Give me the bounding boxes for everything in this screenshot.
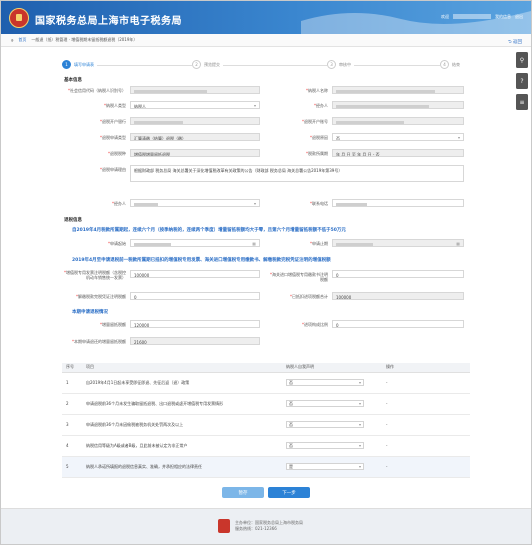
total-input-field: 100000: [332, 292, 464, 300]
back-button[interactable]: ⮌ 返回: [508, 38, 522, 46]
username-redacted: [453, 14, 491, 19]
col-action: 操作: [382, 363, 470, 373]
tax-item-label: *退税税种: [108, 151, 126, 156]
step-3: 3 审核中: [327, 60, 354, 69]
logout-link[interactable]: 退出: [515, 14, 523, 20]
ratio-label: *进项构成比例: [302, 322, 328, 327]
user-links: 欢迎 我的信息 退出: [441, 14, 523, 20]
refund-amount-field: 21600: [130, 337, 260, 345]
table-row: 4 纳税信用等级为A级或者B级，且此前未被认定为非正常户 否 -: [62, 435, 470, 457]
chevron-down-icon: ▾: [253, 103, 256, 108]
bank-name-label: *退税开户银行: [100, 119, 126, 124]
help-icon[interactable]: ?: [516, 73, 528, 89]
refund-type-label: *退税申请类型: [100, 135, 126, 140]
declaration-table: 序号 项目 纳税人自我声明 操作 1 自2019年4月1日起未享受即征即退、先征…: [62, 363, 470, 478]
progress-steps: 1 填写申请表 2 预览提交 3 审核中 4 结束: [62, 60, 463, 72]
breadcrumb-home[interactable]: 首页: [18, 37, 26, 43]
footer-logo-icon: [218, 519, 230, 533]
bank-account-field: [332, 117, 464, 125]
tax-item-field: 增值税增量留抵退税: [130, 149, 260, 157]
statement-select[interactable]: 否: [286, 442, 364, 449]
handler-label: *经办人: [112, 201, 126, 206]
incremental-label: *增量留抵税额: [100, 322, 126, 327]
apply-end-field: ▦: [332, 239, 464, 247]
agent-label: *经办人: [314, 103, 328, 108]
site-footer: 主办单位：国家税务总局上海市税务局 服务热线：021-12366: [1, 508, 531, 544]
statement-select[interactable]: 否: [286, 421, 364, 428]
tax-logo-icon: [9, 8, 29, 28]
taxpayer-name-label: *纳税人名称: [306, 88, 328, 93]
taxpayer-id-label: *社会信用代码（纳税人识别号）: [68, 88, 126, 93]
site-header: 国家税务总局上海市电子税务局 欢迎 我的信息 退出: [1, 1, 531, 34]
incremental-field[interactable]: 120000: [130, 320, 260, 328]
handler-select[interactable]: ▾: [130, 199, 260, 207]
table-row: 1 自2019年4月1日起未享受即征即退、先征后返（退）政策 否 -: [62, 372, 470, 394]
taxpayer-name-field: [332, 86, 464, 94]
my-info-link[interactable]: 我的信息: [495, 14, 511, 20]
refund-reason-label: *退税原因: [310, 135, 328, 140]
float-toolbar: ⚲ ? ≡: [516, 52, 528, 110]
step-2: 2 预览提交: [192, 60, 223, 69]
total-input-label: *已抵扣进项税额合计: [290, 294, 328, 299]
document-icon[interactable]: ≡: [516, 94, 528, 110]
step-1: 1 填写申请表: [62, 60, 97, 69]
col-no: 序号: [62, 363, 82, 373]
table-row: 2 申请退税前36个月未发生骗取留抵退税、出口退税或虚开增值税专用发票情形 否 …: [62, 393, 470, 415]
table-row: 3 申请退税前36个月未因偷税被税务机关处罚两次及以上 否 -: [62, 414, 470, 436]
ratio-field[interactable]: 0: [332, 320, 464, 328]
phone-label: *联系电话: [310, 201, 328, 206]
save-draft-button[interactable]: 暂存: [222, 487, 264, 498]
footer-hotline: 服务热线：021-12366: [235, 526, 277, 531]
refund-info-title: 退税信息: [64, 218, 82, 223]
phone-field[interactable]: [332, 199, 464, 207]
levy-label: *解缴税款完税凭证注明税额: [76, 294, 126, 299]
step-4: 4 结束: [440, 60, 463, 69]
statement-select[interactable]: 否: [286, 400, 364, 407]
calendar-icon: ▦: [456, 241, 460, 246]
condition-3-note: 本期申请退税情况: [72, 310, 108, 315]
statement-select[interactable]: 否: [286, 379, 364, 386]
levy-field[interactable]: 0: [130, 292, 260, 300]
basis-label: *退税申请理由: [100, 167, 126, 172]
condition-2-note: 2019年4月至申请退税前一税款所属期已抵扣的增值税专用发票、海关进口增值税专用…: [72, 258, 331, 263]
welcome-text: 欢迎: [441, 14, 449, 19]
customs-label: *海关进口增值税专用缴款书注明税额: [270, 272, 328, 282]
breadcrumb-path: 一般退（抵）税管理 · 增值税期末留抵税额退税（2019年）: [31, 37, 138, 42]
site-title: 国家税务总局上海市电子税务局: [35, 16, 182, 27]
next-step-button[interactable]: 下一步: [268, 487, 310, 498]
taxpayer-id-field: [130, 86, 260, 94]
chevron-down-icon: ▾: [457, 135, 460, 140]
agent-field: [332, 101, 464, 109]
col-statement: 纳税人自我声明: [282, 363, 382, 373]
apply-start-label: *申请起始: [108, 241, 126, 246]
condition-1-note: 自2019年4月税款所属期起，连续六个月（按季纳税的，连续两个季度）增量留抵税额…: [72, 228, 346, 233]
table-row: 5 纳税人承诺所填报的退税信息真实、准确，并承担相应的法律责任 是 -: [62, 456, 470, 478]
apply-start-field[interactable]: ▦: [130, 239, 260, 247]
basic-info-title: 基本信息: [64, 78, 82, 83]
applicant-type-select[interactable]: 纳税人 ▾: [130, 101, 260, 109]
vat-amount-field[interactable]: 100000: [130, 270, 260, 278]
statement-select[interactable]: 是: [286, 463, 364, 470]
refund-amount-label: *本期申请退还的增量留抵税额: [72, 339, 126, 344]
apply-end-label: *申请止期: [310, 241, 328, 246]
refund-reason-select[interactable]: 否 ▾: [332, 133, 464, 141]
applicant-type-label: *纳税人类型: [104, 103, 126, 108]
location-icon: ⌾: [11, 37, 14, 43]
breadcrumb: ⌾ 首页 一般退（抵）税管理 · 增值税期末留抵税额退税（2019年）: [1, 34, 531, 47]
refund-type-field: 汇算清缴（结算）退税（缴）: [130, 133, 260, 141]
period-label: *税款所属期: [306, 151, 328, 156]
basis-textarea[interactable]: 根据财政部 税务总局 海关总署关于深化增值税改革有关政策的公告（财政部 税务总局…: [130, 165, 464, 182]
chevron-down-icon: ▾: [253, 201, 256, 206]
period-field: 年 月 日 至 年 月 日 - 否: [332, 149, 464, 157]
calendar-icon: ▦: [252, 241, 256, 246]
vat-amount-label: *增值税专用发票注明税额（含税控机动车销售统一发票）: [64, 270, 126, 280]
table-header-row: 序号 项目 纳税人自我声明 操作: [62, 363, 470, 373]
bank-name-field: [130, 117, 260, 125]
customs-field[interactable]: 0: [332, 270, 464, 278]
search-icon[interactable]: ⚲: [516, 52, 528, 68]
bank-account-label: *退税开户账号: [302, 119, 328, 124]
col-item: 项目: [82, 363, 282, 373]
